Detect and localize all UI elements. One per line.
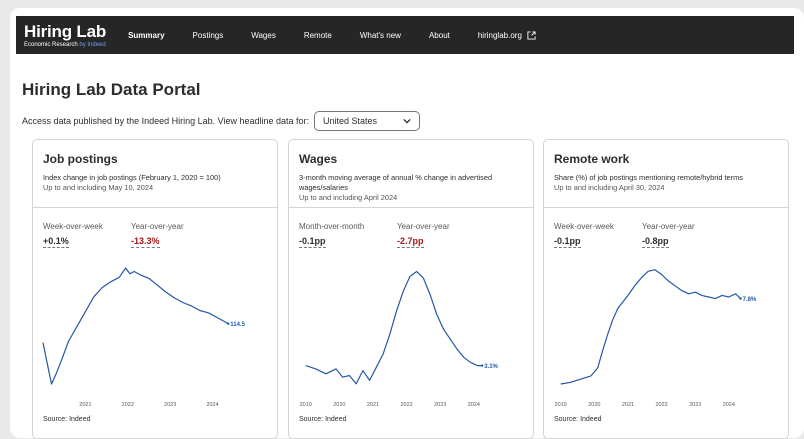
x-tick-label: 2019 — [555, 402, 567, 408]
nav-menu: Summary Postings Wages Remote What's new… — [128, 31, 564, 40]
x-tick-label: 2023 — [164, 402, 176, 408]
series-end-point — [227, 322, 230, 325]
nav-whats-new[interactable]: What's new — [360, 31, 401, 40]
metric-value: -0.8pp — [642, 236, 669, 248]
intro-row: Access data published by the Indeed Hiri… — [22, 111, 421, 131]
metric-label: Week-over-week — [43, 222, 103, 231]
card-desc-text: Index change in job postings (February 1… — [43, 173, 221, 182]
card-remote-work[interactable]: Remote work Share (%) of job postings me… — [543, 139, 789, 439]
x-tick-label: 2024 — [723, 402, 735, 408]
x-tick-label: 2021 — [367, 402, 379, 408]
series-line — [560, 269, 742, 385]
nav-wages[interactable]: Wages — [251, 31, 276, 40]
remote-work-chart: 7.8% 2019 2020 2021 2022 2023 2024 — [555, 269, 757, 408]
hiring-lab-logo[interactable]: Hiring Lab Economic Research by Indeed — [24, 23, 106, 48]
card-header: Remote work Share (%) of job postings me… — [544, 140, 788, 208]
logo-sub-prefix: Economic Research — [24, 41, 80, 48]
chevron-down-icon — [403, 118, 411, 124]
x-tick-label: 2022 — [400, 402, 412, 408]
metric-week-over-week[interactable]: Week-over-week -0.1pp — [554, 222, 614, 249]
card-description: Share (%) of job postings mentioning rem… — [554, 173, 776, 193]
metric-value: -13.3% — [131, 236, 160, 248]
nav-hiringlab-link[interactable]: hiringlab.org — [478, 31, 536, 40]
x-tick-label: 2022 — [122, 402, 134, 408]
card-wages[interactable]: Wages 3-month moving average of annual %… — [288, 139, 534, 439]
metric-label: Week-over-week — [554, 222, 614, 231]
x-tick-label: 2021 — [622, 402, 634, 408]
metric-label: Year-over-year — [131, 222, 184, 231]
card-description: Index change in job postings (February 1… — [43, 173, 265, 193]
logo-title: Hiring Lab — [24, 21, 107, 41]
x-tick-label: 2023 — [434, 402, 446, 408]
source-note: Source: Indeed — [299, 416, 347, 423]
card-desc-text: Share (%) of job postings mentioning rem… — [554, 173, 743, 182]
job-postings-chart: 114.5 2021 2022 2023 2024 — [42, 267, 246, 408]
metric-week-over-week[interactable]: Week-over-week +0.1% — [43, 222, 103, 249]
card-header: Wages 3-month moving average of annual %… — [289, 140, 533, 208]
card-date: Up to and including April 2024 — [299, 193, 398, 202]
source-note: Source: Indeed — [554, 416, 602, 423]
x-tick-label: 2020 — [588, 402, 600, 408]
x-tick-label: 2021 — [79, 402, 91, 408]
country-select-value: United States — [323, 116, 378, 126]
nav-remote[interactable]: Remote — [304, 31, 332, 40]
metric-value: +0.1% — [43, 236, 69, 248]
intro-text: Access data published by the Indeed Hiri… — [22, 116, 310, 126]
wages-chart: 3.1% 2019 2020 2021 2022 2023 2024 — [300, 270, 499, 408]
metric-label: Month-over-month — [299, 222, 365, 231]
card-title: Wages — [299, 152, 338, 166]
source-note: Source: Indeed — [43, 416, 91, 423]
country-select[interactable]: United States — [314, 111, 421, 131]
metric-year-over-year[interactable]: Year-over-year -0.8pp — [642, 222, 695, 249]
card-date: Up to and including April 30, 2024 — [554, 183, 665, 192]
card-desc-text: 3-month moving average of annual % chang… — [299, 173, 493, 192]
metric-value: -0.1pp — [554, 236, 581, 248]
x-tick-label: 2024 — [206, 402, 218, 408]
x-tick-label: 2024 — [468, 402, 480, 408]
nav-hiringlab-label: hiringlab.org — [477, 30, 522, 40]
series-end-point — [739, 297, 742, 300]
series-line — [305, 270, 483, 385]
page-title: Hiring Lab Data Portal — [22, 80, 201, 99]
series-end-label: 7.8% — [743, 297, 757, 303]
metric-month-over-month[interactable]: Month-over-month -0.1pp — [299, 222, 364, 249]
card-title: Job postings — [43, 152, 118, 166]
logo-subtitle: Economic Research by Indeed — [24, 42, 106, 48]
nav-postings[interactable]: Postings — [193, 31, 224, 40]
top-nav-bar: Hiring Lab Economic Research by Indeed S… — [16, 16, 794, 54]
x-tick-label: 2020 — [333, 402, 345, 408]
series-line — [42, 267, 229, 385]
nav-summary[interactable]: Summary — [128, 31, 164, 40]
x-tick-label: 2019 — [300, 402, 312, 408]
card-description: 3-month moving average of annual % chang… — [299, 173, 521, 203]
series-end-point — [481, 364, 484, 367]
card-title: Remote work — [554, 152, 630, 166]
metric-value: -0.1pp — [299, 236, 326, 248]
metric-year-over-year[interactable]: Year-over-year -2.7pp — [397, 222, 450, 249]
metric-label: Year-over-year — [642, 222, 695, 231]
external-link-icon — [527, 30, 536, 40]
metric-value: -2.7pp — [397, 236, 424, 248]
x-tick-label: 2022 — [655, 402, 667, 408]
metric-label: Year-over-year — [397, 222, 450, 231]
card-job-postings[interactable]: Job postings Index change in job posting… — [32, 139, 278, 439]
logo-sub-brand: by Indeed — [79, 41, 106, 48]
series-end-label: 114.5 — [230, 322, 245, 328]
x-tick-label: 2023 — [689, 402, 701, 408]
card-header: Job postings Index change in job posting… — [33, 140, 277, 208]
card-date: Up to and including May 10, 2024 — [43, 183, 154, 192]
nav-about[interactable]: About — [429, 31, 450, 40]
series-end-label: 3.1% — [484, 364, 498, 370]
metric-year-over-year[interactable]: Year-over-year -13.3% — [131, 222, 184, 249]
